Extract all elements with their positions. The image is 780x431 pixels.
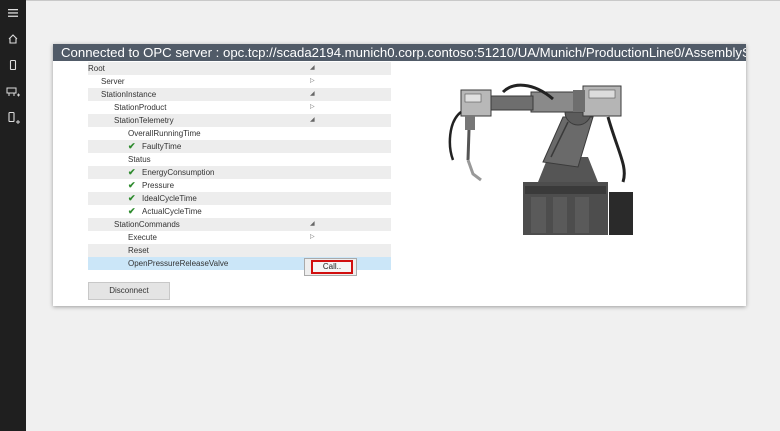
tree-node-stationcommands[interactable]: StationCommands ◢: [88, 218, 391, 231]
checkmark-icon: ✔: [128, 167, 136, 177]
add-mobile-icon[interactable]: [0, 107, 26, 129]
menu-icon[interactable]: [0, 2, 26, 24]
tree-node-label: FaultyTime: [142, 142, 182, 151]
checkmark-icon: ✔: [128, 193, 136, 203]
call-button[interactable]: Call..: [304, 258, 357, 276]
expanded-arrow-icon[interactable]: ◢: [310, 218, 315, 231]
device-icon[interactable]: [0, 54, 26, 76]
collapsed-arrow-icon[interactable]: ▷: [310, 101, 315, 114]
tree-node-pressure[interactable]: ✔ Pressure: [88, 179, 391, 192]
expanded-arrow-icon[interactable]: ◢: [310, 114, 315, 127]
tree-node-label: ActualCycleTime: [142, 207, 202, 216]
tree-node-reset[interactable]: Reset: [88, 244, 391, 257]
tree-node-execute[interactable]: Execute ▷: [88, 231, 391, 244]
expanded-arrow-icon[interactable]: ◢: [310, 62, 315, 75]
checkmark-icon: ✔: [128, 180, 136, 190]
tree-node-label: StationInstance: [101, 90, 157, 99]
opc-connection-panel: Connected to OPC server : opc.tcp://scad…: [53, 44, 746, 306]
tree-node-energyconsumption[interactable]: ✔ EnergyConsumption: [88, 166, 391, 179]
robot-arm-image: [413, 62, 675, 235]
home-icon[interactable]: [0, 28, 26, 50]
tree-node-label: StationProduct: [114, 103, 167, 112]
tree-node-root[interactable]: Root ◢: [88, 62, 391, 75]
tree-node-label: StationTelemetry: [114, 116, 174, 125]
tree-node-faultytime[interactable]: ✔ FaultyTime: [88, 140, 391, 153]
panel-title: Connected to OPC server : opc.tcp://scad…: [53, 44, 746, 61]
add-device-icon[interactable]: [0, 81, 26, 103]
tree-node-idealcycletime[interactable]: ✔ IdealCycleTime: [88, 192, 391, 205]
tree-node-label: Pressure: [142, 181, 175, 190]
tree-node-status[interactable]: Status: [88, 153, 391, 166]
tree-node-label: Status: [128, 155, 151, 164]
sidebar: [0, 0, 26, 431]
tree-node-label: StationCommands: [114, 220, 180, 229]
tree-node-label: Reset: [128, 246, 149, 255]
tree-node-label: IdealCycleTime: [142, 194, 197, 203]
checkmark-icon: ✔: [128, 206, 136, 216]
tree-node-label: OpenPressureReleaseValve: [128, 259, 229, 268]
tree-node-actualcycletime[interactable]: ✔ ActualCycleTime: [88, 205, 391, 218]
tree-node-label: Server: [101, 77, 125, 86]
collapsed-arrow-icon[interactable]: ▷: [310, 75, 315, 88]
tree-node-stationinstance[interactable]: StationInstance ◢: [88, 88, 391, 101]
call-button-label: Call..: [311, 260, 353, 274]
tree-node-stationtelemetry[interactable]: StationTelemetry ◢: [88, 114, 391, 127]
collapsed-arrow-icon[interactable]: ▷: [310, 231, 315, 244]
tree-node-label: EnergyConsumption: [142, 168, 215, 177]
tree-node-overallrunningtime[interactable]: OverallRunningTime: [88, 127, 391, 140]
checkmark-icon: ✔: [128, 141, 136, 151]
tree-node-label: Root: [88, 64, 105, 73]
disconnect-button[interactable]: Disconnect: [88, 282, 170, 300]
tree-node-stationproduct[interactable]: StationProduct ▷: [88, 101, 391, 114]
expanded-arrow-icon[interactable]: ◢: [310, 88, 315, 101]
tree-node-label: OverallRunningTime: [128, 129, 201, 138]
node-tree: Root ◢ Server ▷ StationInstance ◢ StationProdu…: [88, 62, 391, 270]
tree-node-label: Execute: [128, 233, 157, 242]
tree-node-server[interactable]: Server ▷: [88, 75, 391, 88]
